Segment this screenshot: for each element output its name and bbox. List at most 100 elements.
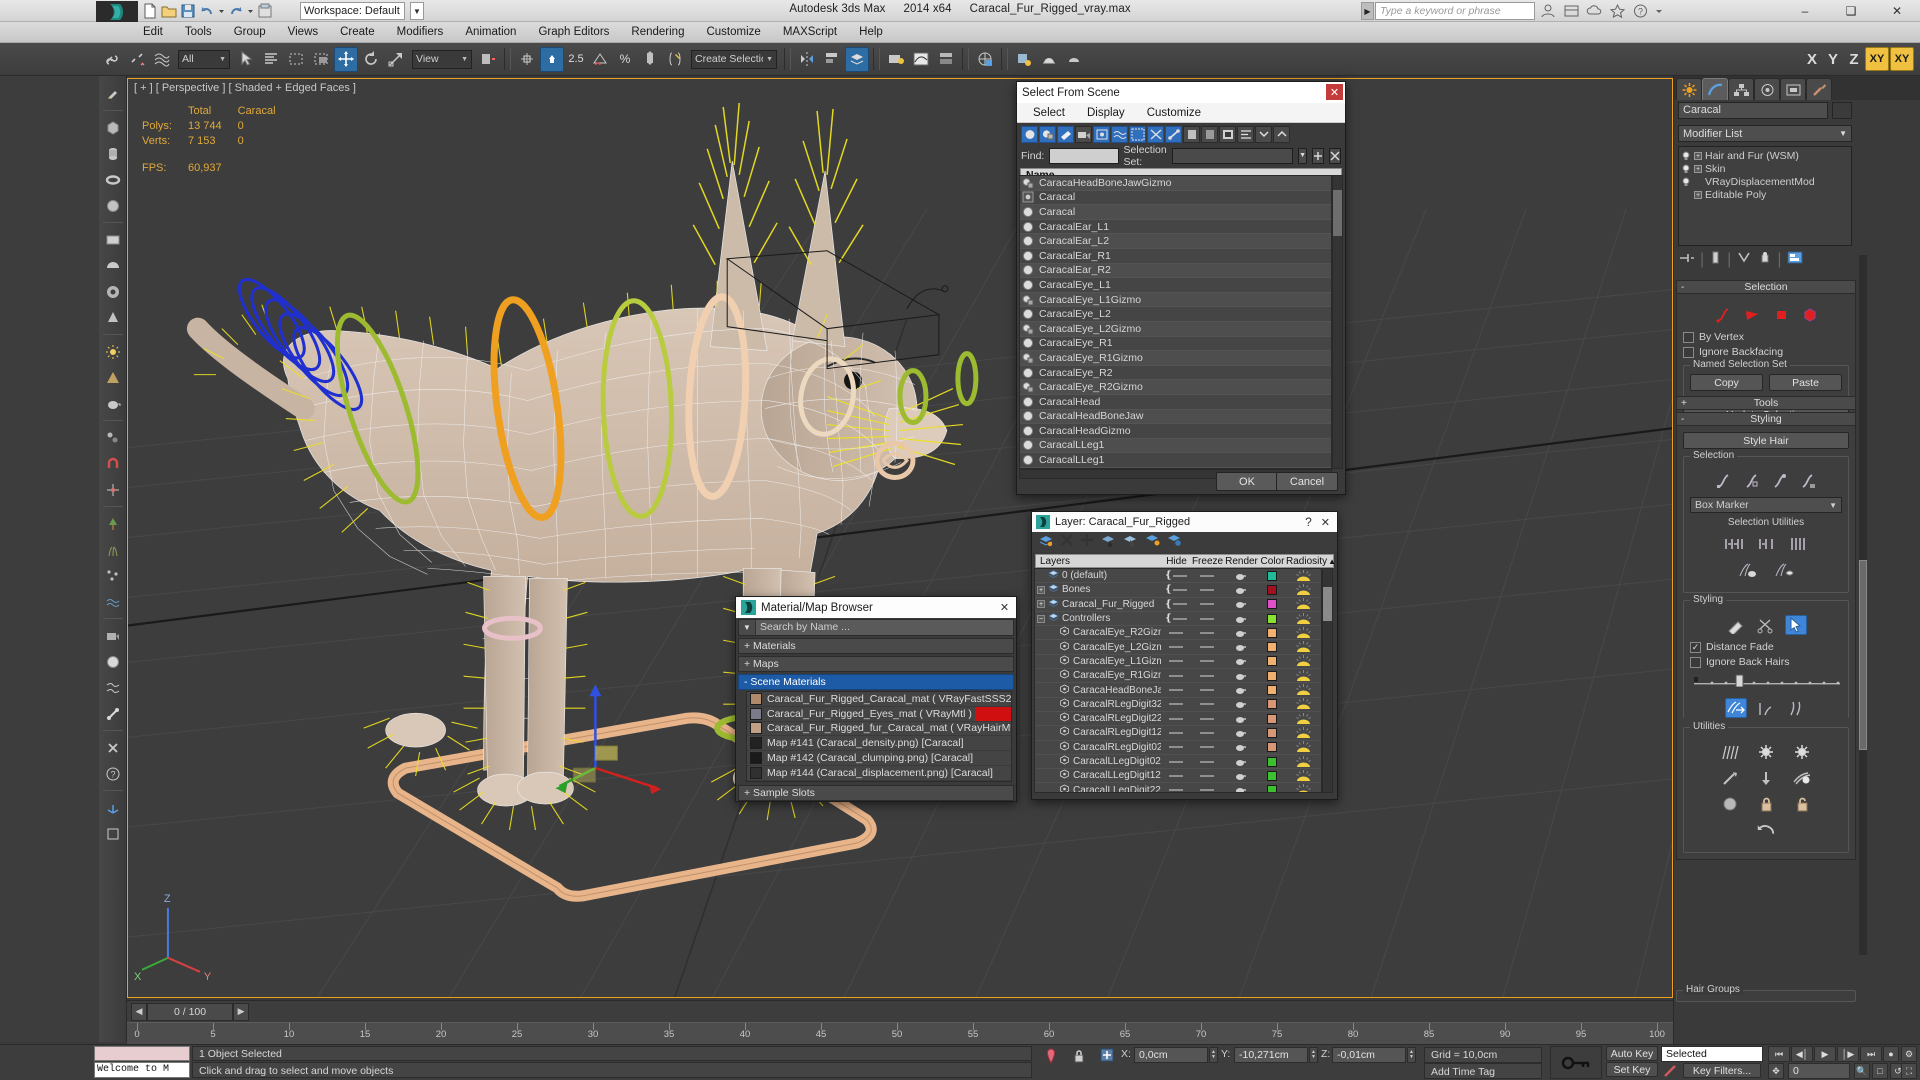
ignore-back-hairs-checkbox[interactable]: Ignore Back Hairs: [1690, 656, 1842, 668]
light-bulb-icon[interactable]: [1681, 151, 1691, 161]
layer-header-scroll-up-icon[interactable]: ▲: [1327, 557, 1337, 566]
render-setup-icon[interactable]: [884, 47, 908, 72]
render-toggle-icon[interactable]: [1223, 571, 1258, 581]
invert-selection-icon[interactable]: [1723, 534, 1745, 554]
key-set-icon[interactable]: [1663, 1063, 1678, 1078]
layer-list[interactable]: 0 (default) ❴ + Bones ❴ + Caracal_Fur_Rigged ❴ −…: [1034, 568, 1322, 793]
scene-list-row[interactable]: Caracal: [1020, 190, 1331, 206]
quick-render-icon[interactable]: [1012, 47, 1036, 72]
schematic-view-icon[interactable]: [934, 47, 958, 72]
show-hidden-hair-icon[interactable]: [1773, 560, 1795, 580]
scene-list-row[interactable]: CaracalEye_L2Gizmo: [1020, 321, 1331, 337]
display-helpers-icon[interactable]: [1093, 125, 1110, 143]
material-editor-icon[interactable]: [973, 47, 997, 72]
maxscript-listener-pink[interactable]: [94, 1046, 190, 1061]
layer-row[interactable]: CaracalEye_L2Gizmo: [1035, 640, 1321, 655]
configure-modifier-sets-icon[interactable]: [1786, 250, 1804, 270]
selection-filter-combo[interactable]: All ▼: [178, 49, 230, 69]
absolute-relative-mode-icon[interactable]: [1099, 1047, 1115, 1068]
freeze-dash[interactable]: [1199, 588, 1214, 591]
coord-y-spinner[interactable]: ▲ ▼: [1309, 1047, 1318, 1063]
layer-color-swatch[interactable]: [1266, 627, 1277, 638]
caracal-3d-model[interactable]: Z X Y: [128, 79, 1672, 998]
hide-dash[interactable]: [1168, 760, 1183, 763]
freeze-dash[interactable]: [1199, 760, 1214, 763]
maximize-viewport-button[interactable]: ⛶: [1901, 1063, 1917, 1079]
help-dropdown-icon[interactable]: [1655, 3, 1663, 19]
keyword-search-input[interactable]: Type a keyword or phrase: [1375, 2, 1535, 20]
pivot-center-icon[interactable]: [476, 47, 500, 72]
polygon-selection-icon[interactable]: [1770, 305, 1792, 325]
menu-item-customize[interactable]: Customize: [695, 24, 771, 40]
hide-dash[interactable]: [1168, 731, 1183, 734]
box-primitive-icon[interactable]: [101, 116, 124, 139]
coord-z-spinner[interactable]: ▲ ▼: [1407, 1047, 1416, 1063]
render-toggle-icon[interactable]: [1223, 757, 1258, 767]
modifier-stack-row[interactable]: + Hair and Fur (WSM): [1679, 149, 1851, 162]
material-browser-search-row[interactable]: ▼ Search by Name ...: [738, 619, 1014, 636]
hair-cut-icon[interactable]: [1755, 615, 1777, 635]
display-xrefs-icon[interactable]: [1147, 125, 1164, 143]
distance-fade-checkbox[interactable]: ✓ Distance Fade: [1690, 641, 1842, 653]
menu-item-create[interactable]: Create: [329, 24, 386, 40]
radiosity-icon[interactable]: [1285, 598, 1321, 610]
hide-toggle-icon[interactable]: ❴: [1164, 570, 1172, 581]
question-icon[interactable]: ?: [101, 762, 124, 785]
layer-color-swatch[interactable]: [1266, 727, 1277, 738]
reference-coord-combo[interactable]: View ▼: [412, 49, 472, 69]
hide-dash[interactable]: [1168, 703, 1183, 706]
sfs-menu-display[interactable]: Display: [1087, 107, 1125, 119]
hair-puff-icon[interactable]: [1785, 698, 1807, 718]
render-frame-window-icon[interactable]: [1037, 47, 1061, 72]
show-end-result-icon[interactable]: [1709, 250, 1722, 270]
set-key-button[interactable]: Set Key: [1606, 1062, 1658, 1077]
pop-zero-icon[interactable]: [1791, 742, 1813, 762]
window-crossing-icon[interactable]: [309, 47, 333, 72]
selection-rollout-header[interactable]: - Selection: [1676, 280, 1856, 294]
add-to-layer-icon[interactable]: [1080, 533, 1094, 552]
render-toggle-icon[interactable]: [1223, 685, 1258, 695]
material-list-row[interactable]: Caracal_Fur_Rigged_Eyes_mat ( VRayMtl ) …: [747, 706, 1011, 722]
paint-select-icon[interactable]: [101, 82, 124, 105]
freeze-dash[interactable]: [1199, 731, 1214, 734]
menu-item-group[interactable]: Group: [223, 24, 277, 40]
delete-layer-icon[interactable]: [1060, 533, 1074, 552]
expand-layer-icon[interactable]: −: [1037, 614, 1045, 623]
scene-list-row[interactable]: Caracal: [1020, 205, 1331, 220]
freeze-dash[interactable]: [1199, 646, 1214, 649]
auto-key-button[interactable]: Auto Key: [1606, 1046, 1658, 1061]
expand-modifier-icon[interactable]: +: [1694, 151, 1702, 160]
scene-list-row[interactable]: CaracalEye_L1: [1020, 278, 1331, 293]
hair-stand-icon[interactable]: [1755, 698, 1777, 718]
named-selection-sets-icon[interactable]: [663, 47, 687, 72]
light-icon[interactable]: [101, 340, 124, 363]
paste-button[interactable]: Paste: [1769, 374, 1842, 391]
render-toggle-icon[interactable]: [1223, 614, 1258, 624]
layer-col-layers[interactable]: Layers: [1036, 556, 1162, 567]
hair-translate-icon[interactable]: [1725, 698, 1747, 718]
scene-list-row[interactable]: CaracalEar_L2: [1020, 234, 1331, 249]
menu-item-modifiers[interactable]: Modifiers: [386, 24, 455, 40]
layer-row[interactable]: CaracalEye_L1Gizmo: [1035, 655, 1321, 670]
radiosity-icon[interactable]: [1285, 769, 1321, 782]
scene-list-row[interactable]: CaracalEye_R1Gizmo: [1020, 351, 1331, 366]
materials-group-header[interactable]: + Materials: [738, 638, 1014, 654]
hide-dash[interactable]: [1168, 789, 1183, 792]
select-and-move-icon[interactable]: [334, 46, 358, 72]
radiosity-icon[interactable]: [1285, 741, 1321, 753]
display-groups-icon[interactable]: [1129, 125, 1146, 143]
lock-selection-icon[interactable]: [1072, 1048, 1086, 1069]
layer-col-hide[interactable]: Hide: [1162, 556, 1191, 567]
radiosity-icon[interactable]: [1285, 669, 1321, 682]
scene-list-row[interactable]: CaracalEye_L1Gizmo: [1020, 292, 1331, 308]
layer-col-radiosity[interactable]: Radiosity: [1286, 556, 1327, 567]
layer-color-swatch[interactable]: [1266, 613, 1277, 624]
menu-item-help[interactable]: Help: [848, 24, 894, 40]
render-toggle-icon[interactable]: [1223, 714, 1258, 724]
scene-list-row[interactable]: CaracalHeadGizmo: [1020, 424, 1331, 439]
copy-button[interactable]: Copy: [1690, 374, 1763, 391]
unlock-hair-icon[interactable]: [1791, 794, 1813, 814]
display-bones-icon[interactable]: [1165, 125, 1182, 143]
keyword-expand-icon[interactable]: ▶: [1361, 2, 1374, 20]
select-hair-by-root-icon[interactable]: [1769, 471, 1791, 491]
